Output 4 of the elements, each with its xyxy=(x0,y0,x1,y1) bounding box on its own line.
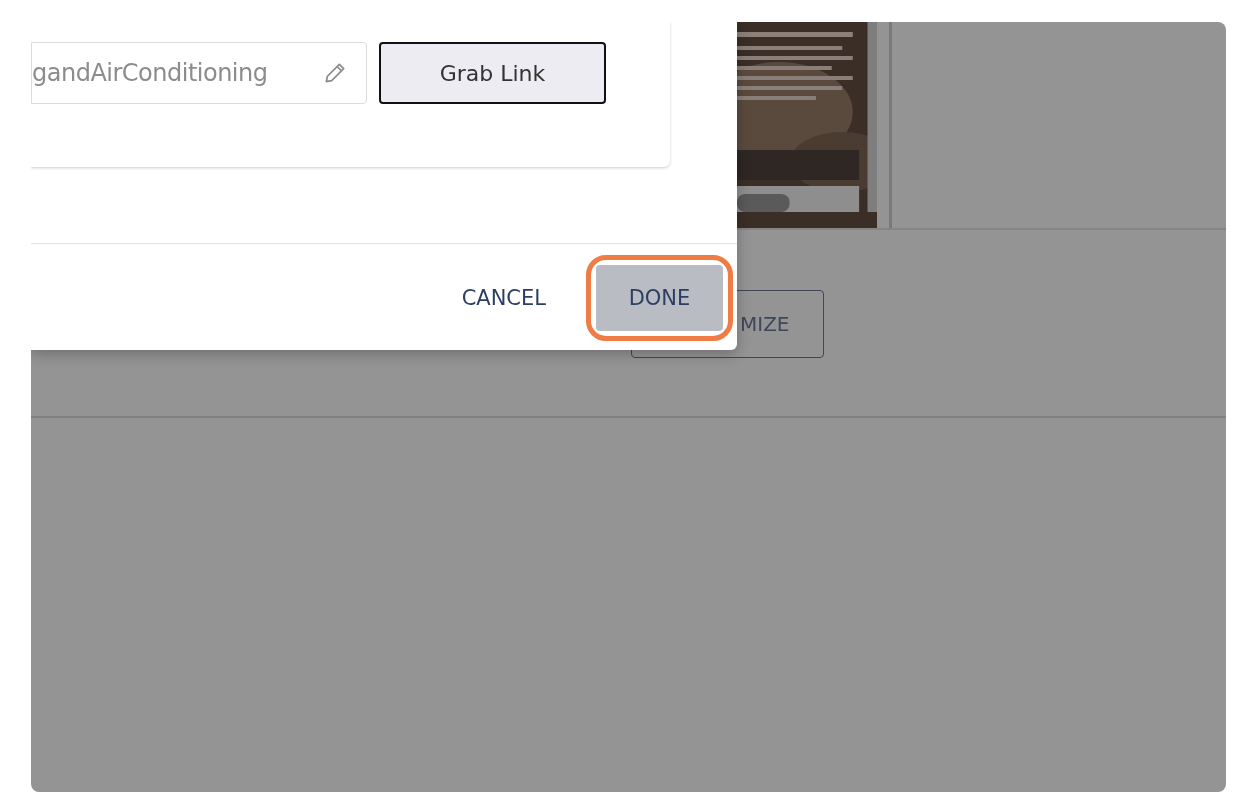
cancel-button[interactable]: CANCEL xyxy=(451,267,556,328)
link-field[interactable]: gandAirConditioning xyxy=(31,42,367,104)
done-button[interactable]: DONE xyxy=(596,264,723,331)
grab-link-button[interactable]: Grab Link xyxy=(379,42,606,104)
